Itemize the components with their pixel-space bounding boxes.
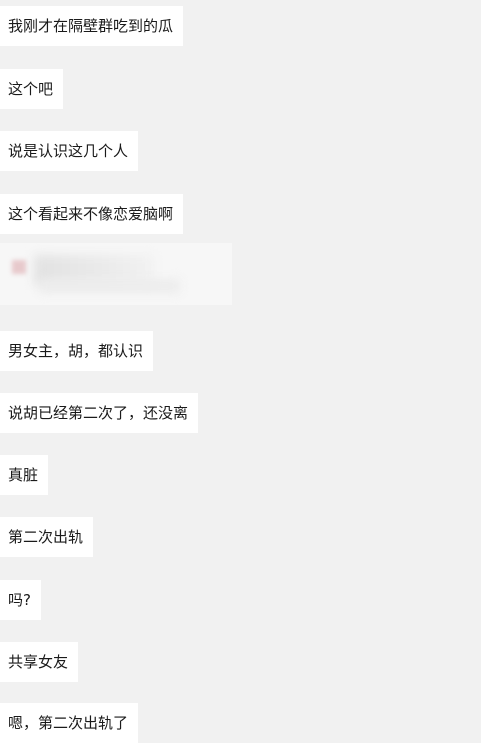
blurred-thumbnail bbox=[12, 260, 26, 274]
message-text: 嗯，第二次出轨了 bbox=[8, 714, 129, 732]
message-text: 我刚才在隔壁群吃到的瓜 bbox=[8, 17, 174, 35]
message-bubble[interactable]: 说胡已经第二次了，还没离 bbox=[0, 393, 199, 433]
message-bubble[interactable]: 真脏 bbox=[0, 455, 49, 495]
message-text: 共享女友 bbox=[8, 653, 69, 671]
chat-screen: { "colors": { "background": "#f1f1f1", "… bbox=[0, 0, 481, 743]
message-bubble[interactable]: 说是认识这几个人 bbox=[0, 131, 139, 171]
message-bubble[interactable]: 我刚才在隔壁群吃到的瓜 bbox=[0, 6, 184, 46]
message-bubble[interactable]: 嗯，第二次出轨了 bbox=[0, 703, 139, 743]
message-text: 说胡已经第二次了，还没离 bbox=[8, 404, 189, 422]
message-text: 第二次出轨 bbox=[8, 528, 84, 546]
blurred-description bbox=[40, 279, 180, 293]
message-bubble[interactable]: 第二次出轨 bbox=[0, 517, 94, 557]
message-text: 这个看起来不像恋爱脑啊 bbox=[8, 205, 174, 223]
message-text: 真脏 bbox=[8, 466, 39, 484]
message-bubble[interactable]: 共享女友 bbox=[0, 642, 79, 682]
message-bubble[interactable]: 男女主，胡，都认识 bbox=[0, 331, 154, 371]
message-bubble[interactable]: 这个看起来不像恋爱脑啊 bbox=[0, 194, 184, 234]
message-text: 这个吧 bbox=[8, 80, 54, 98]
message-text: 说是认识这几个人 bbox=[8, 142, 129, 160]
message-bubble[interactable]: 吗? bbox=[0, 580, 41, 620]
message-bubble[interactable]: 这个吧 bbox=[0, 69, 64, 109]
shared-link-card[interactable] bbox=[0, 243, 232, 305]
message-text: 男女主，胡，都认识 bbox=[8, 342, 144, 360]
message-text: 吗? bbox=[8, 591, 31, 609]
